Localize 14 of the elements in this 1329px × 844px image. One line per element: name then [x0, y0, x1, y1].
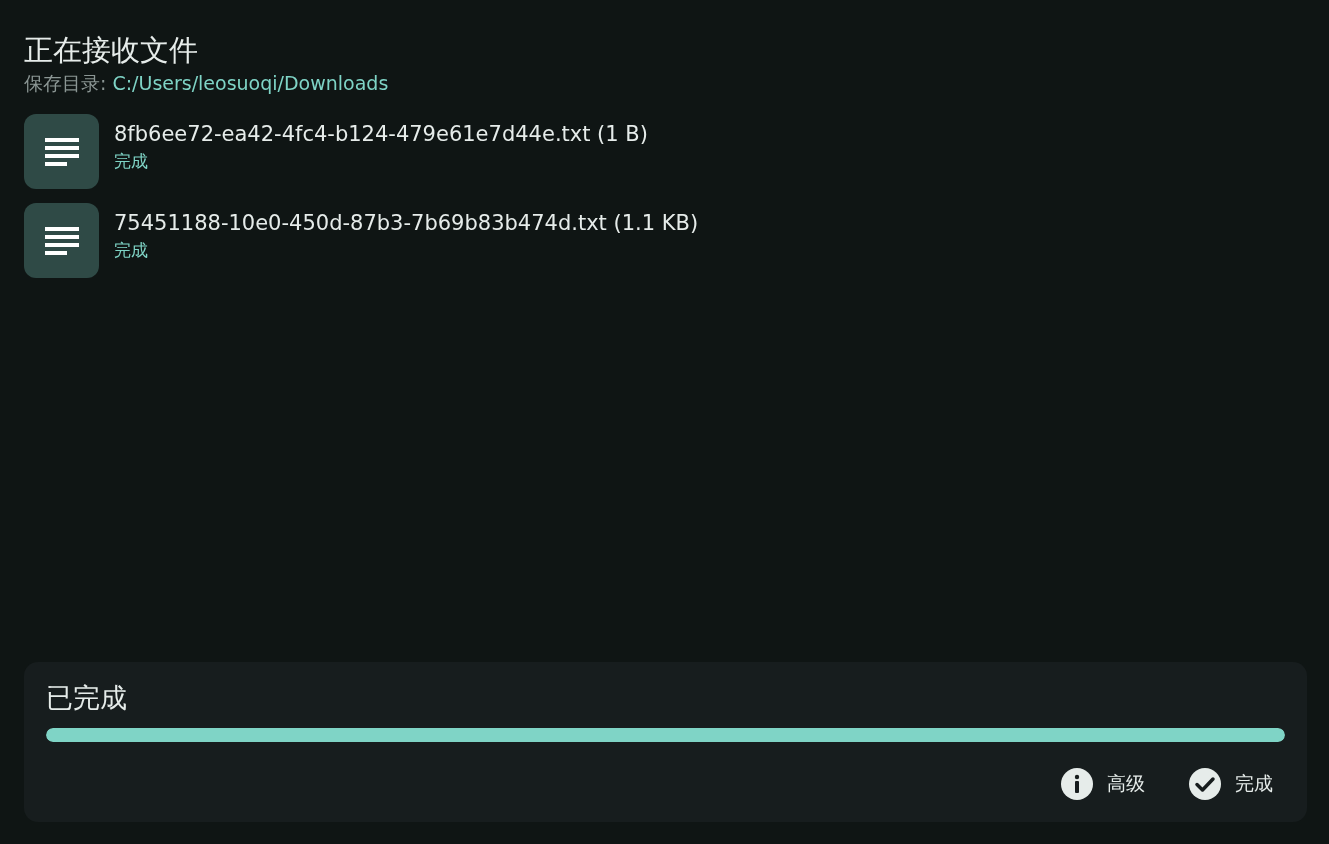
save-directory-label: 保存目录: [24, 71, 107, 96]
file-status: 完成 [114, 238, 149, 261]
progress-title: 已完成 [46, 681, 128, 715]
document-icon [44, 226, 79, 255]
advanced-button[interactable]: 高级 [1049, 764, 1157, 804]
done-button[interactable]: 完成 [1177, 764, 1285, 804]
info-icon [1061, 768, 1093, 800]
file-name: 75451188-10e0-450d-87b3-7b69b83b474d.txt (1.1 KB) [114, 209, 699, 237]
file-name: 8fb6ee72-ea42-4fc4-b124-479e61e7d44e.txt (1 B) [114, 120, 648, 148]
file-status: 完成 [114, 149, 149, 172]
page-title: 正在接收文件 [24, 32, 199, 69]
check-circle-icon [1189, 768, 1221, 800]
save-directory-path: C:/Users/leosuoqi/Downloads [112, 71, 389, 96]
document-icon [44, 137, 79, 166]
